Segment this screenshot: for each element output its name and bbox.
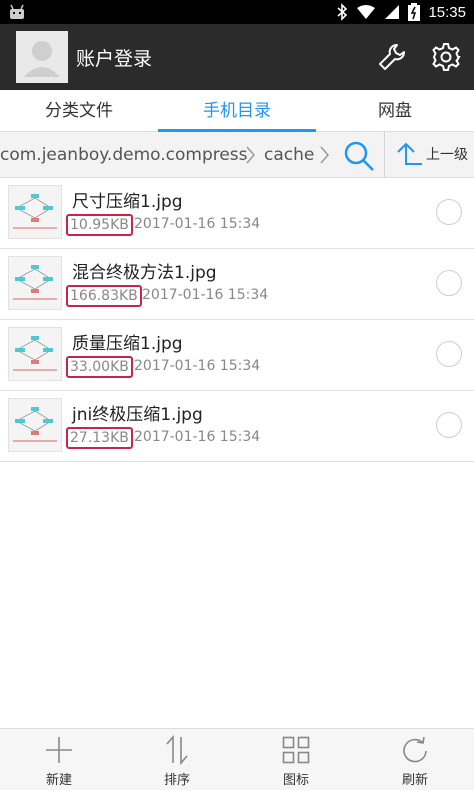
sort-icon xyxy=(166,735,188,765)
diagram-thumbnail-icon xyxy=(13,265,57,300)
signal-icon xyxy=(385,5,400,19)
bluetooth-icon xyxy=(337,3,348,21)
file-date: 2017-01-16 15:34 xyxy=(134,358,261,374)
wifi-icon xyxy=(357,5,376,19)
select-radio[interactable] xyxy=(436,199,462,225)
list-item[interactable]: 尺寸压缩1.jpg 10.95KB 2017-01-16 15:34 xyxy=(0,178,474,249)
file-name: jni终极压缩1.jpg xyxy=(72,405,203,425)
file-name: 混合终极方法1.jpg xyxy=(72,263,217,283)
file-size: 27.13KB xyxy=(66,427,133,449)
image-thumbnail xyxy=(8,398,62,452)
divider xyxy=(384,132,385,178)
refresh-label: 刷新 xyxy=(401,773,428,788)
wrench-icon[interactable] xyxy=(376,41,408,73)
app-bar: 账户登录 xyxy=(0,24,474,90)
status-time: 15:35 xyxy=(428,3,466,21)
list-item[interactable]: 混合终极方法1.jpg 166.83KB 2017-01-16 15:34 xyxy=(0,249,474,320)
file-name: 质量压缩1.jpg xyxy=(72,334,183,354)
diagram-thumbnail-icon xyxy=(13,336,57,371)
search-icon[interactable] xyxy=(342,139,376,173)
list-item[interactable]: 质量压缩1.jpg 33.00KB 2017-01-16 15:34 xyxy=(0,320,474,391)
plus-icon xyxy=(46,737,72,763)
new-label: 新建 xyxy=(45,773,72,788)
file-size: 33.00KB xyxy=(66,356,133,378)
select-radio[interactable] xyxy=(436,270,462,296)
up-level-button[interactable]: 上一级 xyxy=(392,132,474,178)
bottom-toolbar: 新建 排序 图标 刷新 xyxy=(0,728,474,790)
diagram-thumbnail-icon xyxy=(13,407,57,442)
select-radio[interactable] xyxy=(436,341,462,367)
status-bar: 15:35 xyxy=(0,0,474,24)
tab-bar: 分类文件 手机目录 网盘 xyxy=(0,90,474,132)
account-login-title[interactable]: 账户登录 xyxy=(76,44,152,71)
icon-view-label: 图标 xyxy=(282,773,309,788)
path-breadcrumb: com.jeanboy.demo.compress cache 上一级 xyxy=(0,132,474,178)
chevron-right-icon xyxy=(246,146,255,164)
file-date: 2017-01-16 15:34 xyxy=(134,216,261,232)
image-thumbnail xyxy=(8,327,62,381)
file-list: 尺寸压缩1.jpg 10.95KB 2017-01-16 15:34 混合终极方… xyxy=(0,178,474,462)
sort-button[interactable]: 排序 xyxy=(118,729,236,791)
refresh-icon xyxy=(403,736,427,763)
breadcrumb-package[interactable]: com.jeanboy.demo.compress xyxy=(0,132,248,178)
new-button[interactable]: 新建 xyxy=(0,729,118,791)
file-size: 10.95KB xyxy=(66,214,133,236)
diagram-thumbnail-icon xyxy=(13,194,57,229)
battery-charging-icon xyxy=(408,3,421,21)
sort-label: 排序 xyxy=(163,773,190,788)
up-level-label: 上一级 xyxy=(426,147,468,163)
select-radio[interactable] xyxy=(436,412,462,438)
user-avatar-icon xyxy=(24,41,60,77)
avatar[interactable] xyxy=(16,31,68,83)
breadcrumb-cache[interactable]: cache xyxy=(264,132,314,178)
file-date: 2017-01-16 15:34 xyxy=(142,287,269,303)
chevron-right-icon xyxy=(320,146,329,164)
android-debug-icon xyxy=(10,4,24,19)
icon-view-button[interactable]: 图标 xyxy=(237,729,355,791)
file-name: 尺寸压缩1.jpg xyxy=(72,192,183,212)
image-thumbnail xyxy=(8,256,62,310)
refresh-button[interactable]: 刷新 xyxy=(356,729,474,791)
tab-category-files[interactable]: 分类文件 xyxy=(0,90,158,132)
file-size: 166.83KB xyxy=(66,285,142,307)
list-item[interactable]: jni终极压缩1.jpg 27.13KB 2017-01-16 15:34 xyxy=(0,391,474,462)
arrow-up-icon xyxy=(397,142,422,165)
image-thumbnail xyxy=(8,185,62,239)
tab-cloud-disk[interactable]: 网盘 xyxy=(316,90,474,132)
file-date: 2017-01-16 15:34 xyxy=(134,429,261,445)
tab-phone-directory[interactable]: 手机目录 xyxy=(158,90,316,132)
gear-icon[interactable] xyxy=(430,41,462,73)
grid-icon xyxy=(282,736,310,764)
